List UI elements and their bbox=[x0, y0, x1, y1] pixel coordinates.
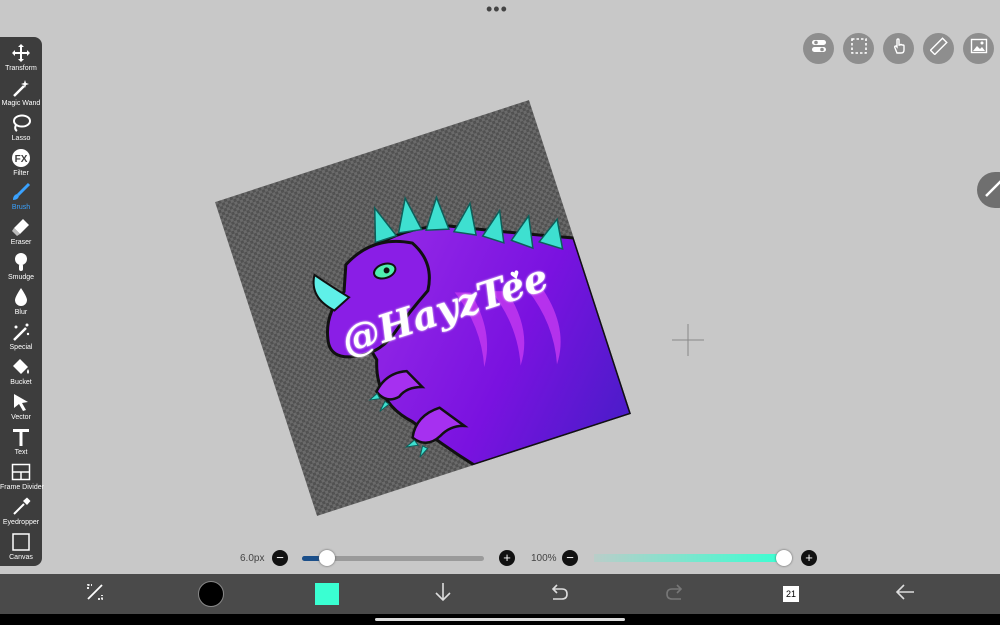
tool-eyedropper[interactable]: Eyedropper bbox=[0, 495, 42, 529]
tool-bucket[interactable]: Bucket bbox=[0, 355, 42, 389]
tool-label: Vector bbox=[11, 414, 31, 421]
droplet-icon bbox=[0, 287, 42, 309]
tool-blur[interactable]: Blur bbox=[0, 285, 42, 319]
brush-size-label: 6.0px bbox=[240, 553, 265, 564]
opacity-label: 100% bbox=[531, 553, 557, 564]
tool-label: Frame Divider bbox=[0, 484, 44, 491]
redo-button[interactable] bbox=[660, 574, 690, 614]
main-color-button[interactable] bbox=[196, 574, 226, 614]
tool-label: Eyedropper bbox=[2, 519, 40, 526]
back-button[interactable] bbox=[890, 574, 920, 614]
arrow-left-icon bbox=[894, 581, 916, 608]
smudge-icon bbox=[0, 252, 42, 274]
layer-count: 21 bbox=[783, 586, 799, 602]
lasso-icon bbox=[0, 113, 42, 135]
tool-label: Transform bbox=[5, 65, 37, 72]
tool-eraser[interactable]: Eraser bbox=[0, 215, 42, 249]
tool-brush[interactable]: Brush bbox=[0, 180, 42, 214]
image-icon bbox=[970, 37, 988, 60]
svg-text:FX: FX bbox=[15, 154, 28, 165]
layers-button[interactable]: 21 bbox=[776, 574, 806, 614]
tool-label: Bucket bbox=[10, 379, 32, 386]
tool-label: Blur bbox=[14, 309, 28, 316]
secondary-color-swatch bbox=[315, 583, 339, 605]
tool-label: Magic Wand bbox=[1, 100, 41, 107]
selection-icon bbox=[850, 37, 868, 60]
image-button[interactable] bbox=[963, 33, 994, 64]
bottom-bar: 21 bbox=[0, 574, 1000, 614]
touch-button[interactable] bbox=[883, 33, 914, 64]
size-slider-thumb[interactable] bbox=[319, 550, 336, 566]
opacity-slider[interactable] bbox=[594, 550, 792, 566]
tool-label: Canvas bbox=[9, 554, 33, 561]
tool-lasso[interactable]: Lasso bbox=[0, 111, 42, 145]
tool-label: Filter bbox=[13, 170, 29, 177]
bucket-icon bbox=[0, 357, 42, 379]
tool-frame-divider[interactable]: Frame Divider bbox=[0, 460, 44, 494]
cursor-icon bbox=[0, 392, 42, 414]
tool-text[interactable]: Text bbox=[0, 425, 42, 459]
arrow-down-icon bbox=[432, 581, 454, 608]
secondary-color-button[interactable] bbox=[312, 574, 342, 614]
tool-label: Lasso bbox=[11, 135, 31, 142]
toggle-layers-button[interactable] bbox=[803, 33, 834, 64]
download-button[interactable] bbox=[428, 574, 458, 614]
eyedropper-icon bbox=[0, 497, 42, 519]
undo-icon bbox=[548, 581, 570, 608]
tool-label: Text bbox=[14, 449, 28, 456]
opacity-decrease-button[interactable]: − bbox=[562, 550, 578, 566]
canvas-icon bbox=[0, 532, 42, 554]
eraser-icon bbox=[0, 217, 42, 239]
redo-icon bbox=[664, 581, 686, 608]
tool-canvas[interactable]: Canvas bbox=[0, 530, 42, 564]
tool-label: Smudge bbox=[7, 274, 35, 281]
tool-smudge[interactable]: Smudge bbox=[0, 250, 42, 284]
left-toolbar: Transform Magic Wand Lasso FX Filter Bru… bbox=[0, 37, 44, 566]
undo-button[interactable] bbox=[544, 574, 574, 614]
text-icon bbox=[0, 427, 42, 449]
move-icon bbox=[0, 43, 42, 65]
home-indicator-bar bbox=[0, 614, 1000, 625]
opacity-increase-button[interactable]: + bbox=[801, 550, 817, 566]
pen-icon bbox=[983, 177, 1000, 204]
size-decrease-button[interactable]: − bbox=[272, 550, 288, 566]
brush-icon bbox=[0, 182, 42, 204]
tool-vector[interactable]: Vector bbox=[0, 390, 42, 424]
transform-arrows-icon bbox=[84, 581, 106, 608]
special-icon bbox=[0, 322, 42, 344]
tool-magic-wand[interactable]: Magic Wand bbox=[0, 76, 42, 110]
tool-filter[interactable]: FX Filter bbox=[0, 146, 42, 180]
drawing-canvas[interactable]: @HayzTee ♥ bbox=[215, 100, 631, 516]
ruler-button[interactable] bbox=[923, 33, 954, 64]
home-indicator bbox=[375, 618, 625, 621]
toggle-icon bbox=[810, 37, 828, 60]
tool-label: Brush bbox=[11, 204, 31, 211]
tool-transform[interactable]: Transform bbox=[0, 41, 42, 75]
fx-icon: FX bbox=[0, 148, 42, 170]
magic-wand-icon bbox=[0, 78, 42, 100]
size-increase-button[interactable]: + bbox=[499, 550, 515, 566]
quick-menu-button[interactable] bbox=[80, 574, 110, 614]
frame-divider-icon bbox=[0, 462, 42, 484]
brush-settings-button[interactable] bbox=[977, 172, 1000, 208]
tool-label: Special bbox=[9, 344, 33, 351]
crosshair-icon bbox=[672, 324, 704, 356]
selection-button[interactable] bbox=[843, 33, 874, 64]
more-menu-icon[interactable]: ••• bbox=[486, 0, 514, 18]
main-color-swatch bbox=[198, 581, 224, 607]
ruler-icon bbox=[929, 37, 948, 60]
tool-label: Eraser bbox=[10, 239, 32, 246]
opacity-slider-thumb[interactable] bbox=[776, 550, 792, 566]
tool-special[interactable]: Special bbox=[0, 320, 42, 354]
brush-size-slider[interactable] bbox=[302, 550, 484, 566]
hand-pointer-icon bbox=[890, 37, 908, 60]
